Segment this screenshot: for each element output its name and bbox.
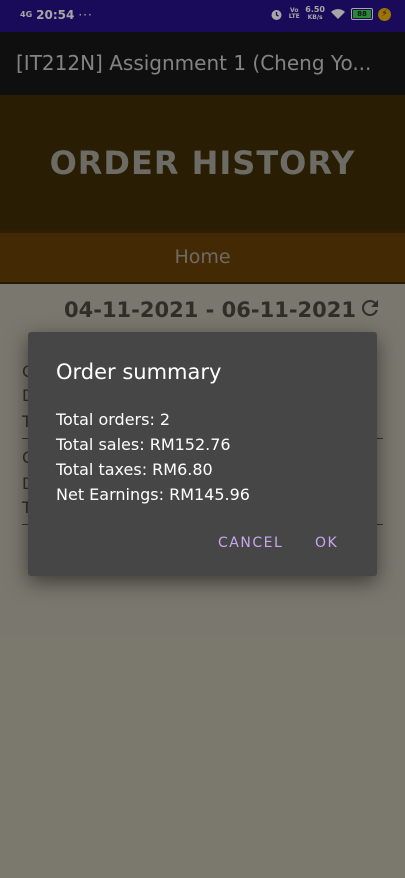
net-earnings-text: Net Earnings: RM145.96 xyxy=(56,485,250,504)
dialog-title: Order summary xyxy=(56,360,222,384)
cancel-button[interactable]: CANCEL xyxy=(218,535,283,551)
total-orders-text: Total orders: 2 xyxy=(56,410,171,429)
total-taxes-text: Total taxes: RM6.80 xyxy=(56,460,213,479)
total-sales-text: Total sales: RM152.76 xyxy=(56,435,231,454)
ok-button[interactable]: OK xyxy=(315,535,338,551)
order-summary-dialog: Order summary Total orders: 2 Total sale… xyxy=(28,332,377,576)
